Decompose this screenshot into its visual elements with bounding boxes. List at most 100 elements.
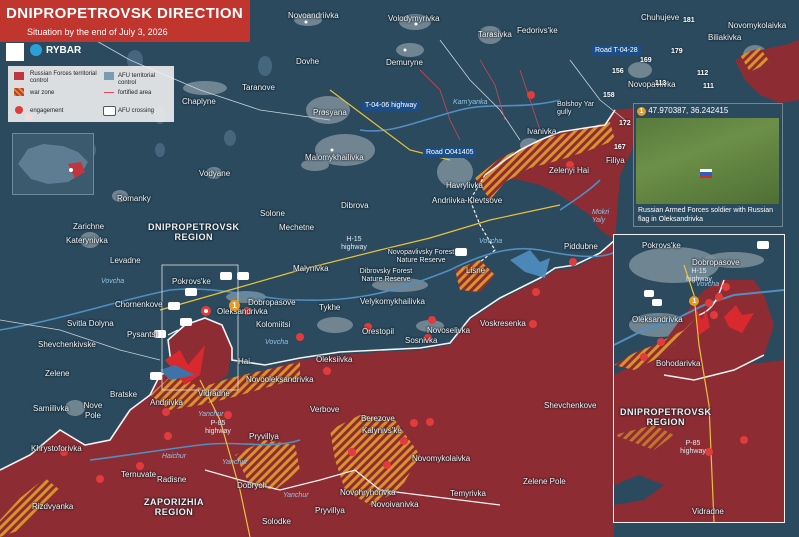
- town-label: Samiilivka: [33, 404, 70, 413]
- qr-code-icon: [6, 43, 24, 61]
- town-label: Nove Pole: [83, 401, 103, 420]
- marker-1[interactable]: 1: [229, 300, 240, 311]
- height-label: 156: [612, 68, 624, 75]
- overview-minimap: [12, 133, 94, 195]
- legend-item-russian: Russian Forces territorial control: [30, 71, 97, 84]
- town-label: Shevchenkivske: [38, 340, 96, 349]
- town-label: Novoandriivka: [288, 11, 339, 20]
- town-label: Khrystoforivka: [31, 444, 82, 453]
- feature-label: Dibrovsky Forest Nature Reserve: [359, 268, 413, 283]
- town-label: Taranove: [242, 83, 275, 92]
- inset-region-label: DNIPROPETROVSK REGION: [620, 407, 712, 427]
- feature-label: Bolshoy Yar gully: [557, 101, 595, 116]
- town-label: Vodyane: [199, 169, 231, 178]
- town-label: Demuryne: [386, 58, 423, 67]
- height-label: 112: [697, 70, 709, 77]
- feature-label: Novopavlivsky Forest Nature Reserve: [387, 249, 455, 264]
- town-label: Lisne: [466, 266, 486, 275]
- river-label: Vovcha: [265, 339, 289, 346]
- photo-marker: 1: [637, 107, 646, 116]
- town-label: Biliakivka: [708, 33, 742, 42]
- town-label: Novoivanivka: [371, 500, 419, 509]
- photo-coordinates: 1 47.970387, 36.242415: [637, 106, 728, 116]
- town-label: Bratske: [110, 390, 138, 399]
- legend-item-afu: AFU territorial control: [118, 73, 156, 86]
- town-label: Piddubne: [564, 242, 598, 251]
- legend-swatch-russian: [14, 72, 24, 80]
- road-label: Road T-04-28: [592, 46, 641, 56]
- town-label: Ivanivka: [527, 127, 557, 136]
- height-label: 113: [655, 80, 667, 87]
- river-label: Haichur: [162, 453, 187, 460]
- town-label: Volodymyrivka: [388, 14, 440, 23]
- town-label: Dovhe: [296, 57, 320, 66]
- town-label: Novooleksandrivka: [246, 375, 314, 384]
- town-label: Oleksandrivka: [217, 307, 268, 316]
- town-label: Novohryhorivka: [340, 488, 396, 497]
- town-label: Pysantsi: [127, 330, 158, 339]
- photo-panel[interactable]: 1 47.970387, 36.242415 Russian Armed For…: [633, 103, 783, 227]
- town-label: Chaplyne: [182, 97, 216, 106]
- inset-town-label: Vidradne: [692, 507, 724, 516]
- town-label: Tykhe: [319, 303, 341, 312]
- town-label: Hai: [238, 357, 251, 366]
- region-label: DNIPROPETROVSK REGION: [148, 222, 240, 242]
- town-label: Dibrova: [341, 201, 369, 210]
- town-label: Novomykolaivka: [412, 454, 471, 463]
- town-label: Temyrivka: [450, 489, 487, 498]
- town-label: Havrylivka: [446, 181, 483, 190]
- header-banner: DNIPROPETROVSK DIRECTION Situation by th…: [0, 0, 250, 42]
- town-label: Solone: [260, 209, 285, 218]
- river-label: Mokri Yaly: [592, 209, 610, 224]
- legend: Russian Forces territorial control AFU t…: [8, 66, 174, 122]
- inset-town-label: Pokrovs'ke: [642, 241, 681, 250]
- photo-image: [636, 118, 779, 204]
- legend-swatch-warzone: [14, 88, 24, 96]
- inset-marker-1[interactable]: 1: [690, 297, 699, 306]
- town-label: Zelene Pole: [523, 477, 566, 486]
- river-label: Vovcha: [101, 278, 125, 285]
- engagement-icon: [15, 106, 23, 114]
- town-label: Tarasivka: [478, 30, 512, 39]
- town-label: Rizdvyanka: [32, 502, 74, 511]
- town-label: Sosnivka: [405, 336, 438, 345]
- town-label: Voskresenka: [480, 319, 526, 328]
- river-label: Yanchur: [283, 492, 309, 499]
- page-subtitle: Situation by the end of July 3, 2026: [27, 27, 168, 37]
- town-label: Verbove: [310, 405, 340, 414]
- legend-item-crossing: AFU crossing: [118, 108, 155, 114]
- river-label: Yanchur: [198, 411, 224, 418]
- town-label: Berezove: [361, 414, 395, 423]
- height-label: 111: [703, 83, 714, 90]
- town-label: Dobrych: [237, 481, 267, 490]
- town-label: Velykomykhailivka: [360, 297, 425, 306]
- road-label: Road O041405: [423, 148, 477, 158]
- overview-minimap-shape: [18, 144, 88, 184]
- town-label: Zelene: [45, 369, 70, 378]
- town-label: Malomykhailivka: [305, 153, 364, 162]
- town-label: Zelenyi Hai: [549, 166, 590, 175]
- town-label: Kalynivs'ke: [362, 426, 402, 435]
- town-label: Pokrovs'ke: [172, 277, 211, 286]
- russian-flag-icon: [700, 169, 712, 178]
- town-label: Shevchenkove: [544, 401, 597, 410]
- height-label: 181: [683, 17, 695, 24]
- town-label: Malynivka: [293, 264, 329, 273]
- inset-town-label: Bohodarivka: [656, 359, 701, 368]
- town-label: Zarichne: [73, 222, 105, 231]
- river-label: Yanchur: [222, 459, 248, 466]
- inset-town-label: Dobropasove: [692, 258, 740, 267]
- legend-item-engagement: engagement: [30, 108, 64, 114]
- town-label: Andriivka-Klevtsove: [432, 196, 503, 205]
- region-label: ZAPORIZHIA REGION: [144, 497, 204, 517]
- photo-coordinates-text: 47.970387, 36.242415: [648, 106, 729, 115]
- town-label: Novoselivka: [427, 326, 471, 335]
- town-label: Radisne: [157, 475, 187, 484]
- crossing-icon: [103, 106, 116, 116]
- town-label: Chuhujeve: [641, 13, 680, 22]
- legend-item-warzone: war zone: [30, 90, 55, 96]
- town-label: Kolomiitsi: [256, 320, 291, 329]
- river-label: Kam'yanka: [453, 99, 488, 106]
- town-label: Dobropasove: [248, 298, 296, 307]
- town-label: Prosyana: [313, 108, 347, 117]
